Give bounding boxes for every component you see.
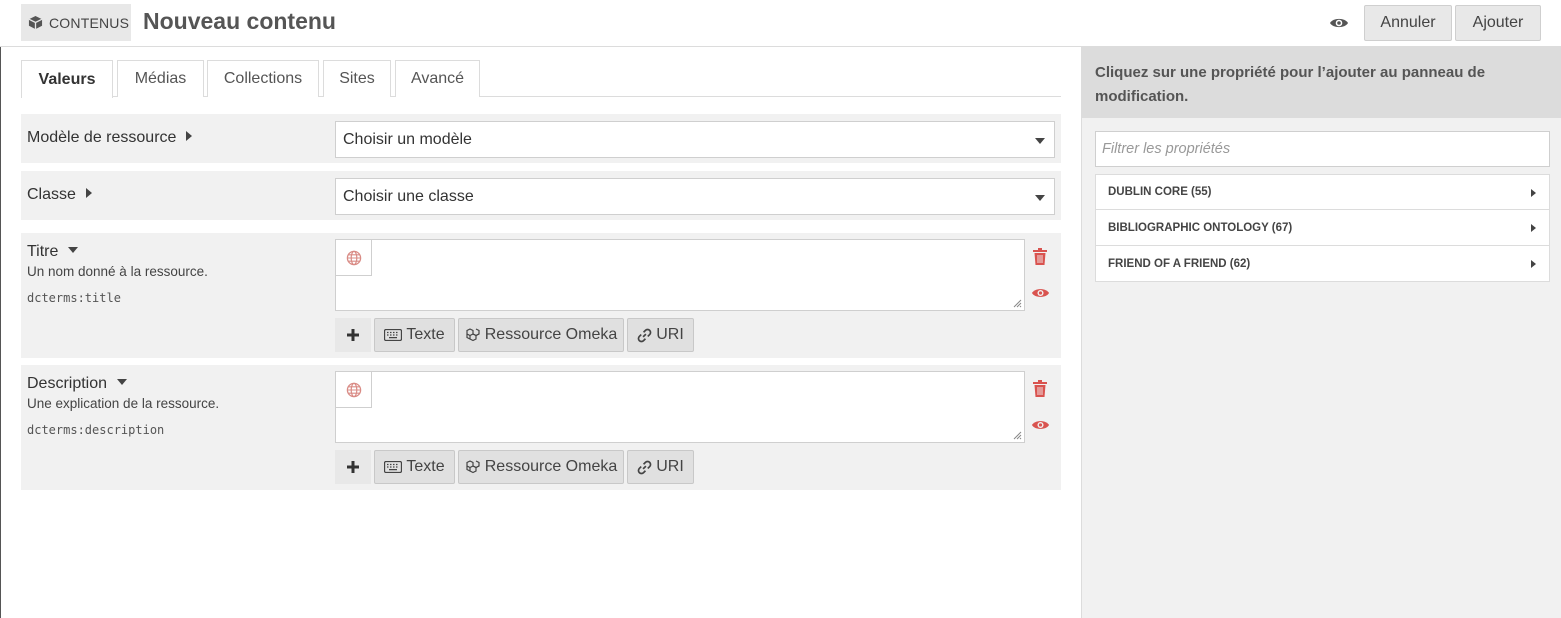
caret-down-icon [117,379,128,385]
omeka-resource-button[interactable]: Ressource Omeka [458,450,624,484]
title-value-input[interactable] [335,239,1025,311]
property-description: Un nom donné à la ressource. [27,264,208,279]
language-button[interactable] [336,240,372,276]
chevron-down-icon [1035,195,1045,201]
eye-icon[interactable] [1031,418,1050,432]
tab-avance[interactable]: Avancé [395,60,480,97]
sidebar-instruction: Cliquez sur une propriété pour l’ajouter… [1082,47,1561,118]
description-value-input[interactable] [335,371,1025,443]
globe-icon [346,250,361,265]
caret-right-icon [186,131,193,141]
property-label[interactable]: Titre [27,243,79,261]
section-label: CONTENUS [49,14,130,31]
page-header: CONTENUS Nouveau contenu Annuler Ajouter [0,0,1561,47]
eye-icon[interactable] [1031,286,1050,300]
tab-medias[interactable]: Médias [117,60,204,97]
text-value-button[interactable]: Texte [374,318,455,352]
link-icon [637,460,652,474]
vocabulary-bibliographic-ontology[interactable]: BIBLIOGRAPHIC ONTOLOGY (67) [1095,210,1550,246]
vocabulary-friend-of-a-friend[interactable]: FRIEND OF A FRIEND (62) [1095,246,1550,282]
class-label[interactable]: Classe [27,186,92,204]
property-selector-sidebar: Cliquez sur une propriété pour l’ajouter… [1081,47,1561,618]
cubes-icon [466,460,480,474]
cubes-icon [466,328,480,342]
caret-right-icon [1531,260,1536,268]
text-value-button[interactable]: Texte [374,450,455,484]
vocabulary-dublin-core[interactable]: DUBLIN CORE (55) [1095,174,1550,210]
caret-right-icon [85,188,92,198]
property-description: Une explication de la ressource. [27,396,220,411]
property-term: dcterms:title [27,291,121,305]
property-term: dcterms:description [27,423,165,437]
page-title: Nouveau contenu [143,8,336,34]
resize-grip-icon[interactable] [1012,430,1022,440]
language-button[interactable] [336,372,372,408]
plus-icon [347,461,359,473]
cancel-button[interactable]: Annuler [1364,5,1452,41]
resize-grip-icon[interactable] [1012,298,1022,308]
add-value-button[interactable] [335,450,371,484]
omeka-resource-button[interactable]: Ressource Omeka [458,318,624,352]
globe-icon [346,382,361,397]
uri-value-button[interactable]: URI [627,318,694,352]
resource-template-row: Modèle de ressource Choisir un modèle [21,114,1061,163]
keyboard-icon [384,329,403,341]
trash-icon[interactable] [1033,248,1047,265]
tab-valeurs[interactable]: Valeurs [21,60,113,98]
window-edge [0,0,1,618]
caret-right-icon [1531,189,1536,197]
uri-value-button[interactable]: URI [627,450,694,484]
eye-icon[interactable] [1329,15,1349,31]
resource-template-label[interactable]: Modèle de ressource [27,129,193,147]
tab-sites[interactable]: Sites [323,60,391,97]
cube-icon [28,15,43,30]
add-button[interactable]: Ajouter [1455,5,1541,41]
chevron-down-icon [1035,138,1045,144]
property-filter-input[interactable]: Filtrer les propriétés [1095,131,1550,167]
add-value-button[interactable] [335,318,371,352]
plus-icon [347,329,359,341]
property-label[interactable]: Description [27,375,128,393]
trash-icon[interactable] [1033,380,1047,397]
property-title: Titre Un nom donné à la ressource. dcter… [21,233,1061,358]
caret-down-icon [68,247,79,253]
class-row: Classe Choisir une classe [21,171,1061,220]
section-tabs: Valeurs Médias Collections Sites Avancé [21,60,1061,98]
link-icon [637,328,652,342]
caret-right-icon [1531,224,1536,232]
section-badge[interactable]: CONTENUS [21,4,131,41]
keyboard-icon [384,461,403,473]
property-description-row: Description Une explication de la ressou… [21,365,1061,490]
tab-collections[interactable]: Collections [207,60,319,97]
resource-template-select[interactable]: Choisir un modèle [335,121,1055,158]
class-select[interactable]: Choisir une classe [335,178,1055,215]
